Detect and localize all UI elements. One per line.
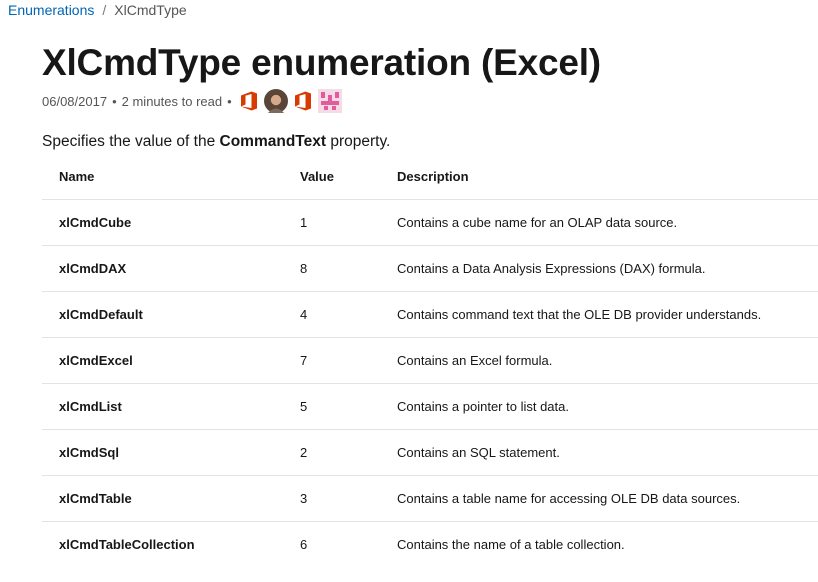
contributors-list xyxy=(237,89,345,113)
table-header-row: Name Value Description xyxy=(42,154,818,199)
column-header-value: Value xyxy=(300,168,334,184)
member-value: 2 xyxy=(300,428,397,475)
summary-paragraph: Specifies the value of the CommandText p… xyxy=(42,133,390,151)
summary-text: property. xyxy=(330,133,391,150)
breadcrumb-separator: / xyxy=(102,2,107,18)
member-description: Contains a table name for accessing OLE … xyxy=(397,474,818,521)
member-name: xlCmdTableCollection xyxy=(42,520,300,567)
member-name: xlCmdExcel xyxy=(42,336,300,383)
member-name: xlCmdDefault xyxy=(42,290,300,337)
member-description: Contains command text that the OLE DB pr… xyxy=(397,290,818,337)
breadcrumb: Enumerations / XlCmdType xyxy=(8,2,187,18)
member-value: 5 xyxy=(300,382,397,429)
member-value: 6 xyxy=(300,520,397,567)
table-row: xlCmdList 5 Contains a pointer to list dat… xyxy=(42,382,818,429)
publish-date: 06/08/2017 xyxy=(42,93,108,109)
table-row: xlCmdTable 3 Contains a table name for acc… xyxy=(42,474,818,521)
member-description: Contains a Data Analysis Expressions (DA… xyxy=(397,244,818,291)
member-value: 1 xyxy=(300,198,397,245)
member-name: xlCmdDAX xyxy=(42,244,300,291)
member-description: Contains a cube name for an OLAP data so… xyxy=(397,198,818,245)
pink-identicon-avatar[interactable] xyxy=(317,89,342,113)
member-value: 8 xyxy=(300,244,397,291)
breadcrumb-current: XlCmdType xyxy=(114,2,187,18)
enumeration-table: Name Value Description xlCmdCube 1 Contain… xyxy=(42,154,818,567)
office-icon[interactable] xyxy=(237,89,261,113)
member-value: 4 xyxy=(300,290,397,337)
breadcrumb-link-enumerations[interactable]: Enumerations xyxy=(8,2,94,18)
member-description: Contains a pointer to list data. xyxy=(397,382,818,429)
member-description: Contains an SQL statement. xyxy=(397,428,818,475)
member-description: Contains the name of a table collection. xyxy=(397,520,818,567)
meta-separator: • xyxy=(227,93,232,109)
meta-separator: • xyxy=(112,93,117,109)
member-name: xlCmdTable xyxy=(42,474,300,521)
table-row: xlCmdCube 1 Contains a cube name for an OL… xyxy=(42,198,818,245)
member-description: Contains an Excel formula. xyxy=(397,336,818,383)
contributor-photo-avatar[interactable] xyxy=(263,89,288,113)
member-value: 7 xyxy=(300,336,397,383)
page-title: XlCmdType enumeration (Excel) xyxy=(42,42,601,83)
table-row: xlCmdDAX 8 Contains a Data Analysis Expres… xyxy=(42,244,818,291)
column-header-description: Description xyxy=(397,168,469,184)
summary-text: Specifies the value of the xyxy=(42,133,216,150)
member-name: xlCmdCube xyxy=(42,198,300,245)
article-metadata: 06/08/2017 • 2 minutes to read • xyxy=(42,88,345,114)
member-value: 3 xyxy=(300,474,397,521)
table-row: xlCmdExcel 7 Contains an Excel formula. xyxy=(42,336,818,383)
table-row: xlCmdTableCollection 6 Contains the name o… xyxy=(42,520,818,567)
office-icon[interactable] xyxy=(291,89,315,113)
column-header-name: Name xyxy=(59,168,95,184)
reading-time: 2 minutes to read xyxy=(121,93,223,109)
member-name: xlCmdSql xyxy=(42,428,300,475)
member-name: xlCmdList xyxy=(42,382,300,429)
table-row: xlCmdDefault 4 Contains command text that … xyxy=(42,290,818,337)
property-name: CommandText xyxy=(219,133,327,150)
table-row: xlCmdSql 2 Contains an SQL statement. xyxy=(42,428,818,475)
